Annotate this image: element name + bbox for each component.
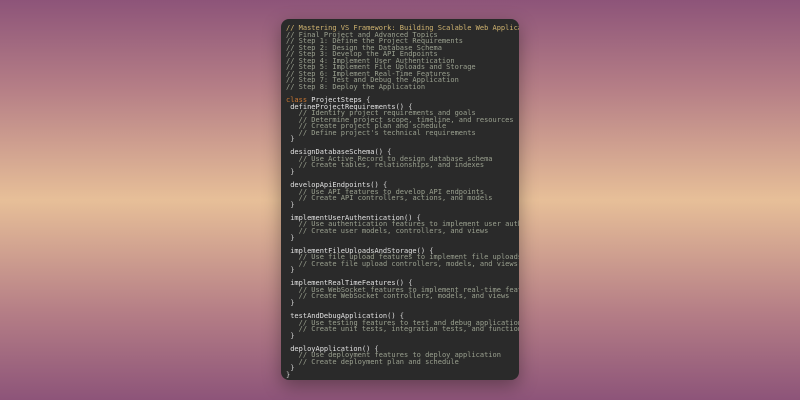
close-brace: } [290,298,295,307]
close-brace: } [286,370,291,379]
comment: // Step 8: Deploy the Application [286,82,426,91]
close-brace: } [290,233,295,242]
comment: // Define project's technical requiremen… [298,128,476,137]
comment: // Create file upload controllers, model… [298,259,518,268]
code-line[interactable]: // Create API controllers, actions, and … [286,195,515,202]
close-brace: } [290,200,295,209]
code-area[interactable]: // Mastering VS Framework: Building Scal… [286,25,519,379]
close-brace: } [290,266,295,275]
code-line[interactable]: // Create unit tests, integration tests,… [286,326,519,333]
close-brace: } [290,364,295,373]
close-brace: } [290,135,295,144]
code-line[interactable]: // Create user models, controllers, and … [286,226,515,235]
comment: // Create tables, relationships, and ind… [298,161,485,170]
comment: // Create unit tests, integration tests,… [298,325,519,334]
comment: // Create WebSocket controllers, models,… [298,292,510,301]
code-line[interactable]: // Create tables, relationships, and ind… [286,162,515,169]
code-line[interactable]: // Create file upload controllers, model… [286,259,518,268]
class-close-line[interactable]: } [286,370,515,379]
close-brace: } [290,168,295,177]
comment: // Create deployment plan and schedule [298,357,459,366]
close-brace: } [290,331,295,340]
comment: // Create API controllers, actions, and … [298,194,493,203]
code-line[interactable]: // Create WebSocket controllers, models,… [286,293,515,300]
code-editor-window[interactable]: // Mastering VS Framework: Building Scal… [281,19,519,380]
comment: // Create user models, controllers, and … [298,226,489,235]
